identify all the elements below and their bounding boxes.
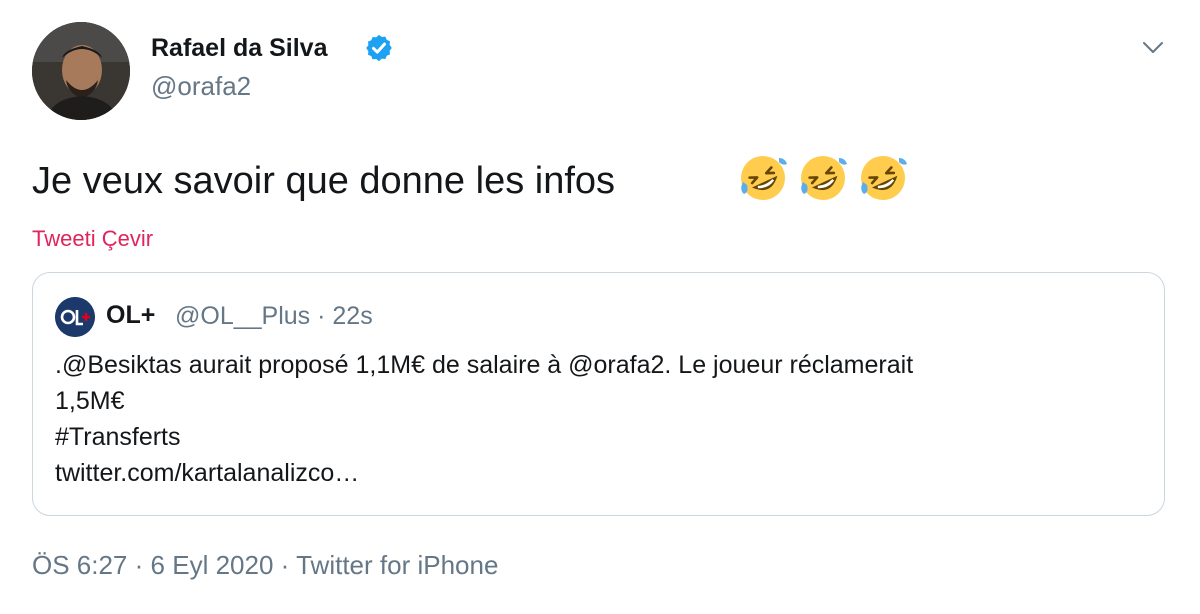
emoji-group bbox=[735, 150, 911, 210]
quoted-author-meta: @OL__Plus · 22s bbox=[175, 302, 373, 330]
tweet-text: Je veux savoir que donne les infos bbox=[32, 160, 616, 202]
hashtag-link[interactable]: #Transferts bbox=[55, 419, 1135, 455]
quoted-text-line: 1,5M€ bbox=[55, 387, 125, 415]
tweet-time[interactable]: ÖS 6:27 bbox=[32, 550, 127, 580]
quoted-author-display-name[interactable]: OL+ bbox=[106, 301, 155, 330]
author-display-name[interactable]: Rafael da Silva bbox=[151, 34, 327, 63]
tweet-card: Rafael da Silva @orafa2 Je veux savoir q… bbox=[0, 0, 1200, 614]
chevron-down-icon[interactable] bbox=[1138, 32, 1168, 62]
tweet-source[interactable]: Twitter for iPhone bbox=[296, 550, 498, 580]
quoted-tweet-text: .@Besiktas aurait proposé 1,1M€ de salai… bbox=[55, 347, 1135, 491]
ol-plus-logo-icon bbox=[55, 297, 95, 337]
rolling-laughing-emoji-icon bbox=[741, 156, 787, 200]
quoted-url-link[interactable]: twitter.com/kartalanalizco… bbox=[55, 455, 1135, 491]
translate-tweet-link[interactable]: Tweeti Çevir bbox=[32, 226, 153, 252]
rolling-laughing-emoji-icon bbox=[861, 156, 907, 200]
separator: · bbox=[280, 550, 290, 580]
tweet-metadata: ÖS 6:27 · 6 Eyl 2020 · Twitter for iPhon… bbox=[32, 550, 498, 581]
author-avatar[interactable] bbox=[32, 22, 130, 120]
rolling-laughing-emoji-icon bbox=[801, 156, 847, 200]
tweet-date[interactable]: 6 Eyl 2020 bbox=[151, 550, 274, 580]
author-handle[interactable]: @orafa2 bbox=[151, 71, 251, 102]
quoted-author-avatar[interactable] bbox=[55, 297, 95, 337]
quoted-tweet[interactable]: OL+ @OL__Plus · 22s .@Besiktas aurait pr… bbox=[32, 272, 1165, 516]
verified-badge-icon bbox=[366, 34, 392, 62]
quoted-text-line: .@Besiktas aurait proposé 1,1M€ de salai… bbox=[55, 351, 914, 379]
separator: · bbox=[134, 550, 144, 580]
